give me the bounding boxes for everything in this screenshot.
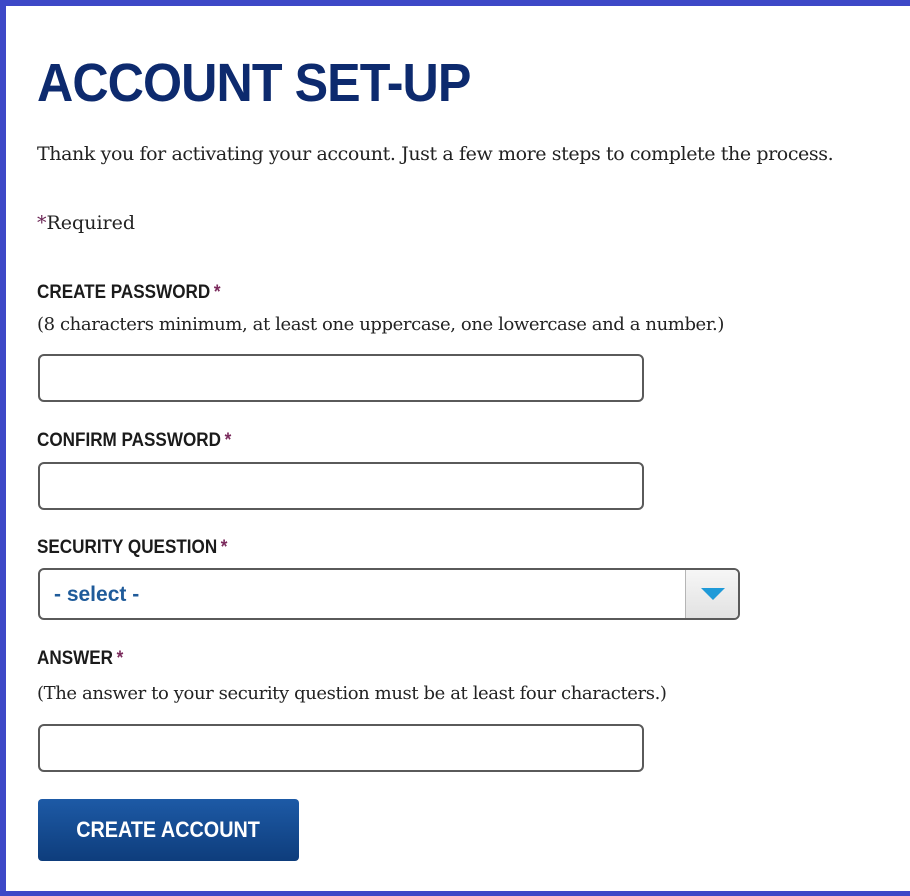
- create-password-label: CREATE PASSWORD *: [37, 282, 220, 304]
- chevron-down-icon: [701, 588, 725, 600]
- page-title: ACCOUNT SET-UP: [37, 53, 471, 113]
- security-question-selected-value: - select -: [54, 583, 140, 606]
- page-frame: ACCOUNT SET-UP Thank you for activating …: [0, 0, 910, 896]
- security-question-label: SECURITY QUESTION *: [37, 537, 227, 559]
- required-star: *: [116, 648, 124, 669]
- required-note: *Required: [37, 212, 135, 234]
- required-star: *: [220, 537, 228, 558]
- create-password-hint: (8 characters minimum, at least one uppe…: [37, 314, 724, 335]
- answer-label: ANSWER *: [37, 648, 123, 670]
- confirm-password-label: CONFIRM PASSWORD *: [37, 430, 231, 452]
- required-note-text: Required: [46, 212, 136, 234]
- confirm-password-label-text: CONFIRM PASSWORD: [37, 430, 221, 451]
- security-question-dropdown-button[interactable]: [685, 570, 738, 618]
- answer-hint: (The answer to your security question mu…: [37, 683, 667, 704]
- intro-text: Thank you for activating your account. J…: [37, 143, 834, 165]
- answer-label-text: ANSWER: [37, 648, 114, 669]
- create-password-input[interactable]: [38, 354, 644, 402]
- required-star: *: [213, 282, 221, 303]
- create-account-button[interactable]: CREATE ACCOUNT: [38, 799, 299, 861]
- required-star: *: [37, 212, 47, 234]
- required-star: *: [224, 430, 232, 451]
- security-question-select[interactable]: - select -: [38, 568, 740, 620]
- security-question-label-text: SECURITY QUESTION: [37, 537, 218, 558]
- create-password-label-text: CREATE PASSWORD: [37, 282, 211, 303]
- create-account-button-label: CREATE ACCOUNT: [76, 817, 261, 842]
- answer-input[interactable]: [38, 724, 644, 772]
- confirm-password-input[interactable]: [38, 462, 644, 510]
